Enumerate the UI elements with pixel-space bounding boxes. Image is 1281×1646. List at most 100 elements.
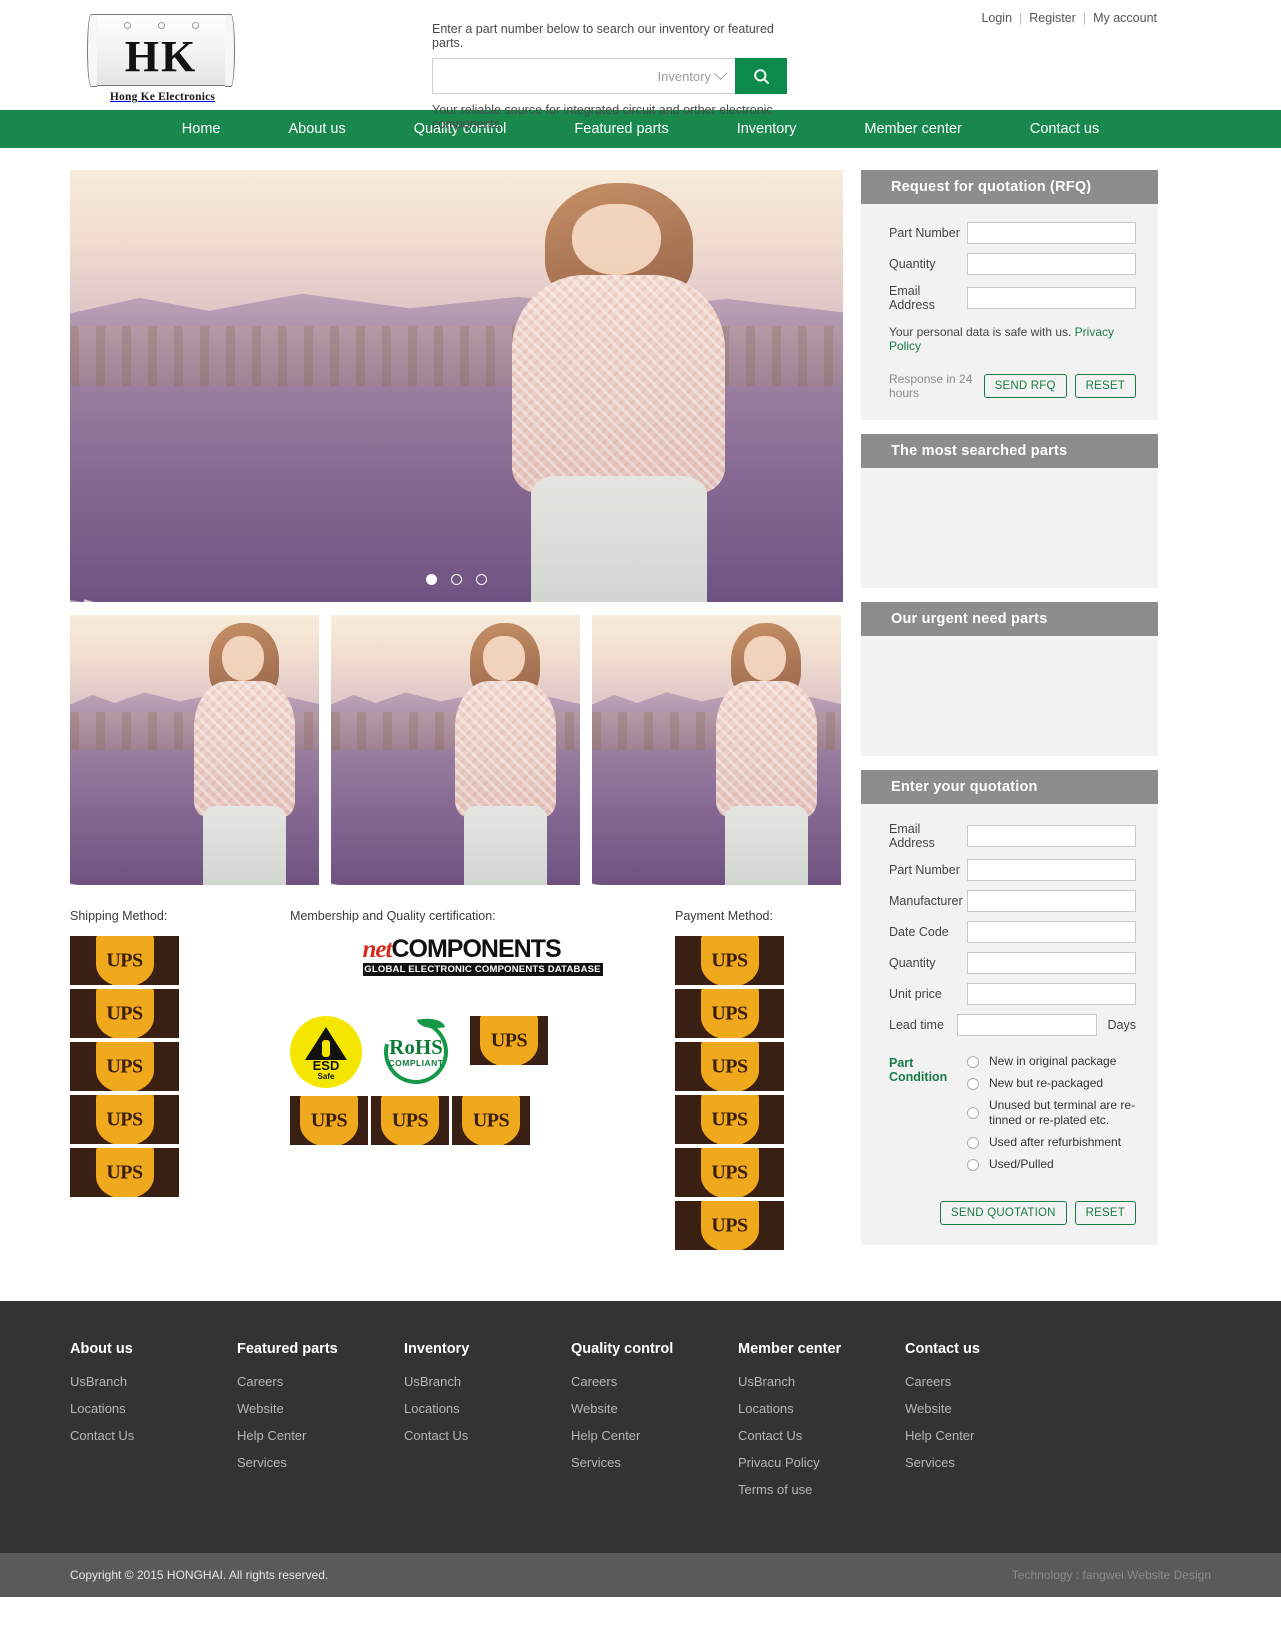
footer-link[interactable]: Careers bbox=[237, 1374, 404, 1389]
thumbnail-1[interactable] bbox=[70, 615, 319, 885]
condition-option-used-refurbished[interactable]: Used after refurbishment bbox=[967, 1135, 1136, 1150]
footer-link[interactable]: Services bbox=[905, 1455, 1072, 1470]
condition-option-new-original[interactable]: New in original package bbox=[967, 1054, 1136, 1069]
quote-lead-time-input[interactable] bbox=[956, 1014, 1097, 1036]
footer-link[interactable]: Help Center bbox=[237, 1428, 404, 1443]
footer-link[interactable]: Services bbox=[571, 1455, 738, 1470]
technology-credit: Technology : fangwei Website Design bbox=[1011, 1568, 1211, 1582]
rfq-email-input[interactable] bbox=[967, 287, 1136, 309]
search-field: Inventory bbox=[432, 58, 735, 94]
footer-link[interactable]: Website bbox=[571, 1401, 738, 1416]
radio-icon[interactable] bbox=[967, 1136, 979, 1149]
netcomponents-logo: netCOMPONENTS GLOBAL ELECTRONIC COMPONEN… bbox=[362, 935, 603, 976]
search-hint: Enter a part number below to search our … bbox=[432, 22, 774, 50]
quote-quantity-label: Quantity bbox=[889, 956, 936, 970]
footer-link[interactable]: Website bbox=[237, 1401, 404, 1416]
footer-column-featured-parts: Featured parts Careers Website Help Cent… bbox=[237, 1341, 404, 1509]
carousel-dot-3[interactable] bbox=[476, 574, 487, 585]
radio-icon[interactable] bbox=[967, 1107, 979, 1119]
shipping-method-block: Shipping Method: bbox=[70, 909, 290, 1254]
footer-link[interactable]: Help Center bbox=[571, 1428, 738, 1443]
search-scope-label: Inventory bbox=[657, 68, 711, 84]
nav-item-contact-us[interactable]: Contact us bbox=[996, 110, 1133, 148]
footer-link[interactable]: Contact Us bbox=[404, 1428, 571, 1443]
condition-label-3: Used after refurbishment bbox=[989, 1135, 1122, 1149]
netcomponents-subtitle: GLOBAL ELECTRONIC COMPONENTS DATABASE bbox=[362, 963, 603, 976]
search-input[interactable] bbox=[433, 59, 658, 93]
rfq-reset-button[interactable]: RESET bbox=[1074, 374, 1136, 398]
rfq-panel: Request for quotation (RFQ) Part Number … bbox=[861, 170, 1158, 420]
carousel-dot-1[interactable] bbox=[426, 574, 437, 585]
quote-email-row: Email Address bbox=[889, 822, 1136, 850]
rfq-part-number-row: Part Number bbox=[889, 222, 1136, 244]
login-link[interactable]: Login bbox=[981, 11, 1012, 25]
footer-link[interactable]: Website bbox=[905, 1401, 1072, 1416]
my-account-link[interactable]: My account bbox=[1093, 11, 1157, 25]
footer-link[interactable]: Privacu Policy bbox=[738, 1455, 905, 1470]
footer-link[interactable]: UsBranch bbox=[70, 1374, 237, 1389]
thumbnail-3[interactable] bbox=[592, 615, 841, 885]
quote-unit-price-row: Unit price bbox=[889, 983, 1136, 1005]
footer-column-quality-control: Quality control Careers Website Help Cen… bbox=[571, 1341, 738, 1509]
footer-link[interactable]: Terms of use bbox=[738, 1482, 905, 1497]
quotation-reset-button[interactable]: RESET bbox=[1074, 1201, 1136, 1225]
thumbnail-2[interactable] bbox=[331, 615, 580, 885]
payment-method-block: Payment Method: bbox=[675, 909, 843, 1254]
esd-safe-icon: ESD Safe bbox=[290, 1016, 362, 1088]
send-rfq-button[interactable]: SEND RFQ bbox=[983, 374, 1067, 398]
footer-link[interactable]: Locations bbox=[404, 1401, 571, 1416]
footer-link[interactable]: Locations bbox=[738, 1401, 905, 1416]
part-condition-label: Part Condition bbox=[889, 1056, 948, 1084]
quote-part-number-input[interactable] bbox=[967, 859, 1136, 881]
quote-unit-price-label: Unit price bbox=[889, 987, 942, 1001]
register-link[interactable]: Register bbox=[1029, 11, 1076, 25]
footer-link[interactable]: Careers bbox=[905, 1374, 1072, 1389]
hero-carousel[interactable] bbox=[70, 170, 843, 602]
site-logo[interactable]: HK Hong Ke Electronics bbox=[87, 13, 235, 106]
condition-label-4: Used/Pulled bbox=[989, 1157, 1054, 1171]
quote-manufacturer-row: Manufacturer bbox=[889, 890, 1136, 912]
condition-option-unused-retinned[interactable]: Unused but terminal are re-tinned or re-… bbox=[967, 1098, 1136, 1128]
quote-manufacturer-input[interactable] bbox=[967, 890, 1136, 912]
footer-column-member-center: Member center UsBranch Locations Contact… bbox=[738, 1341, 905, 1509]
footer-link[interactable]: UsBranch bbox=[738, 1374, 905, 1389]
radio-icon[interactable] bbox=[967, 1158, 979, 1171]
footer-title-about-us: About us bbox=[70, 1341, 133, 1357]
quote-date-code-input[interactable] bbox=[967, 921, 1136, 943]
footer-link[interactable]: Contact Us bbox=[70, 1428, 237, 1443]
footer-link[interactable]: Careers bbox=[571, 1374, 738, 1389]
netcomponents-components: COMPONENTS bbox=[391, 935, 561, 963]
condition-option-used-pulled[interactable]: Used/Pulled bbox=[967, 1157, 1136, 1172]
nav-item-home[interactable]: Home bbox=[148, 110, 255, 148]
footer-link[interactable]: Contact Us bbox=[738, 1428, 905, 1443]
carousel-dot-2[interactable] bbox=[451, 574, 462, 585]
rfq-response-hint: Response in 24 hours bbox=[889, 372, 973, 400]
search-scope-dropdown[interactable]: Inventory bbox=[657, 66, 727, 84]
footer-link[interactable]: Help Center bbox=[905, 1428, 1072, 1443]
quotation-panel-title: Enter your quotation bbox=[861, 770, 1158, 804]
footer-column-inventory: Inventory UsBranch Locations Contact Us bbox=[404, 1341, 571, 1509]
footer-title-member-center: Member center bbox=[738, 1341, 842, 1357]
quote-date-code-label: Date Code bbox=[889, 925, 949, 939]
rfq-quantity-input[interactable] bbox=[967, 253, 1136, 275]
carousel-dots bbox=[70, 574, 843, 585]
quote-unit-price-input[interactable] bbox=[967, 983, 1136, 1005]
radio-icon[interactable] bbox=[967, 1077, 979, 1090]
send-quotation-button[interactable]: SEND QUOTATION bbox=[940, 1201, 1067, 1225]
nav-item-about-us[interactable]: About us bbox=[254, 110, 379, 148]
quote-manufacturer-label: Manufacturer bbox=[889, 894, 963, 908]
condition-option-new-repackaged[interactable]: New but re-packaged bbox=[967, 1076, 1136, 1091]
quote-email-input[interactable] bbox=[967, 825, 1136, 847]
most-searched-panel: The most searched parts bbox=[861, 434, 1158, 588]
rfq-panel-body: Part Number Quantity Email Address Your … bbox=[861, 204, 1158, 420]
rfq-part-number-input[interactable] bbox=[967, 222, 1136, 244]
footer-link[interactable]: Services bbox=[237, 1455, 404, 1470]
nav-item-member-center[interactable]: Member center bbox=[830, 110, 996, 148]
footer-link[interactable]: UsBranch bbox=[404, 1374, 571, 1389]
radio-icon[interactable] bbox=[967, 1055, 979, 1068]
footer-link[interactable]: Locations bbox=[70, 1401, 237, 1416]
ups-logo-icon bbox=[675, 936, 784, 985]
quote-quantity-input[interactable] bbox=[967, 952, 1136, 974]
quote-date-code-row: Date Code bbox=[889, 921, 1136, 943]
search-button[interactable] bbox=[735, 58, 787, 94]
